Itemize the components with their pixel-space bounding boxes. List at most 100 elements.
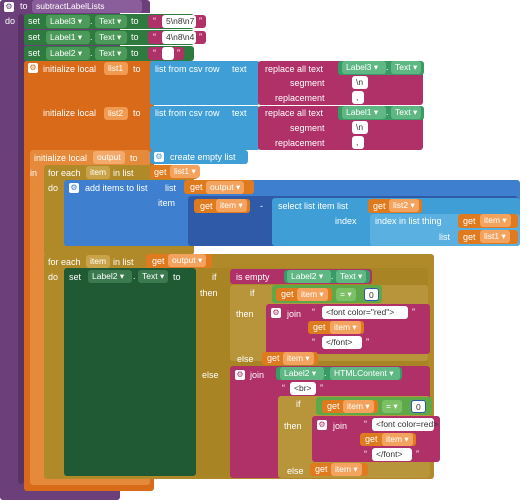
get-label: get [267,353,280,363]
replacement-value[interactable]: , [352,136,364,149]
join-label: join [333,421,348,431]
get-variable-dropdown[interactable]: item ▾ [216,199,247,212]
get-variable-dropdown[interactable]: output ▾ [168,254,207,267]
get-variable-dropdown[interactable]: item ▾ [382,433,413,446]
else-label: else [287,466,304,476]
join-label: join [250,370,265,380]
text-value-field[interactable]: 5\n8\n7 [162,15,196,28]
segment-label: segment [290,123,325,133]
do-label: do [48,272,59,282]
index-in-list-label: index in list thing [375,216,442,226]
to-label: to [173,272,181,282]
text-value-field[interactable]: 4\n8\n4 [162,31,196,44]
join-label: join [287,309,302,319]
loop-variable-item[interactable]: item [86,166,110,179]
select-list-item-label: select list item list [278,201,349,211]
procedure-name-field[interactable]: subtractLabelLists [32,0,142,13]
component-dropdown[interactable]: Label2 ▾ [280,367,324,380]
component-dropdown[interactable]: Label2 ▾ [88,270,132,283]
segment-value[interactable]: \n [352,76,368,89]
number-zero[interactable]: 0 [411,400,426,413]
component-dropdown[interactable]: Label3 ▾ [342,61,386,74]
component-dropdown[interactable]: Label2 ▾ [46,47,90,60]
segment-value[interactable]: \n [352,121,368,134]
gear-icon[interactable]: ⚙ [4,2,14,12]
get-label: get [313,322,326,332]
then-label: then [236,309,254,319]
property-dropdown[interactable]: Text ▾ [391,61,421,74]
loop-variable-item[interactable]: item [86,255,110,268]
gear-icon[interactable]: ⚙ [235,370,245,380]
to-label: to [130,153,138,163]
proc-to-label: to [20,1,28,11]
get-variable-dropdown[interactable]: list1 ▾ [170,165,200,178]
variable-name-list1[interactable]: list1 [104,62,128,75]
initialize-label: initialize local [43,108,97,118]
component-dropdown[interactable]: Label3 ▾ [46,15,90,28]
variable-name-output[interactable]: output [93,151,125,164]
text-value-field[interactable] [162,47,174,60]
property-dropdown[interactable]: Text ▾ [95,31,127,44]
for-each-label: for each [48,257,81,267]
text-value-field[interactable]: <br> [290,382,316,395]
replace-label: replace all text [265,108,324,118]
property-dropdown[interactable]: Text ▾ [95,47,127,60]
initialize-label: initialize local [43,64,97,74]
list-socket-label: list [165,183,176,193]
then-label: then [200,288,218,298]
text-value-field[interactable]: <font color=red> [372,418,438,431]
component-dropdown[interactable]: Label2 ▾ [287,270,331,283]
get-variable-dropdown[interactable]: list2 ▾ [389,199,419,212]
text-socket-label: text [232,64,247,74]
gear-icon[interactable]: ⚙ [28,63,38,73]
list-from-csv-label: list from csv row [155,64,220,74]
get-variable-dropdown[interactable]: item ▾ [330,321,361,334]
number-zero[interactable]: 0 [364,288,379,301]
equals-dropdown[interactable]: = ▾ [382,400,402,413]
if-label: if [212,272,217,282]
gear-icon[interactable]: ⚙ [271,308,281,318]
set-label2-text-block[interactable] [64,268,196,476]
get-label: get [365,434,378,444]
replacement-label: replacement [275,138,325,148]
then-label: then [284,421,302,431]
get-label: get [281,289,294,299]
component-dropdown[interactable]: Label1 ▾ [46,31,90,44]
gear-icon[interactable]: ⚙ [154,152,164,162]
property-dropdown[interactable]: Text ▾ [336,270,366,283]
gear-icon[interactable]: ⚙ [69,183,79,193]
component-dropdown[interactable]: Label1 ▾ [342,106,386,119]
get-variable-dropdown[interactable]: item ▾ [297,288,328,301]
property-dropdown[interactable]: Text ▾ [391,106,421,119]
set-label: set [28,32,41,42]
in-list-label: in list [113,257,134,267]
item-socket-label: item [158,198,176,208]
get-variable-dropdown[interactable]: output ▾ [206,181,245,194]
to-label: to [131,16,139,26]
text-value-field[interactable]: </font> [372,448,412,461]
else-label: else [202,370,219,380]
replacement-value[interactable]: , [352,91,364,104]
get-variable-dropdown[interactable]: item ▾ [343,400,374,413]
get-label: get [463,216,476,226]
get-variable-dropdown[interactable]: item ▾ [331,463,362,476]
text-value-field[interactable]: </font> [322,336,362,349]
get-label: get [154,167,167,177]
text-socket-label: text [232,108,247,118]
get-label: get [463,232,476,242]
to-label: to [133,64,141,74]
property-dropdown[interactable]: Text ▾ [138,270,168,283]
get-variable-dropdown[interactable]: item ▾ [283,352,314,365]
property-dropdown[interactable]: Text ▾ [95,15,127,28]
equals-dropdown[interactable]: = ▾ [336,288,356,301]
get-variable-dropdown[interactable]: item ▾ [480,214,511,227]
to-label: to [131,32,139,42]
text-value-field[interactable]: <font color="red"> [322,306,408,319]
variable-name-list2[interactable]: list2 [104,107,128,120]
list-socket-label: list [439,232,450,242]
get-variable-dropdown[interactable]: list1 ▾ [480,230,510,243]
replacement-label: replacement [275,93,325,103]
gear-icon[interactable]: ⚙ [317,420,327,430]
do-label: do [48,183,59,193]
property-dropdown[interactable]: HTMLContent ▾ [330,367,400,380]
